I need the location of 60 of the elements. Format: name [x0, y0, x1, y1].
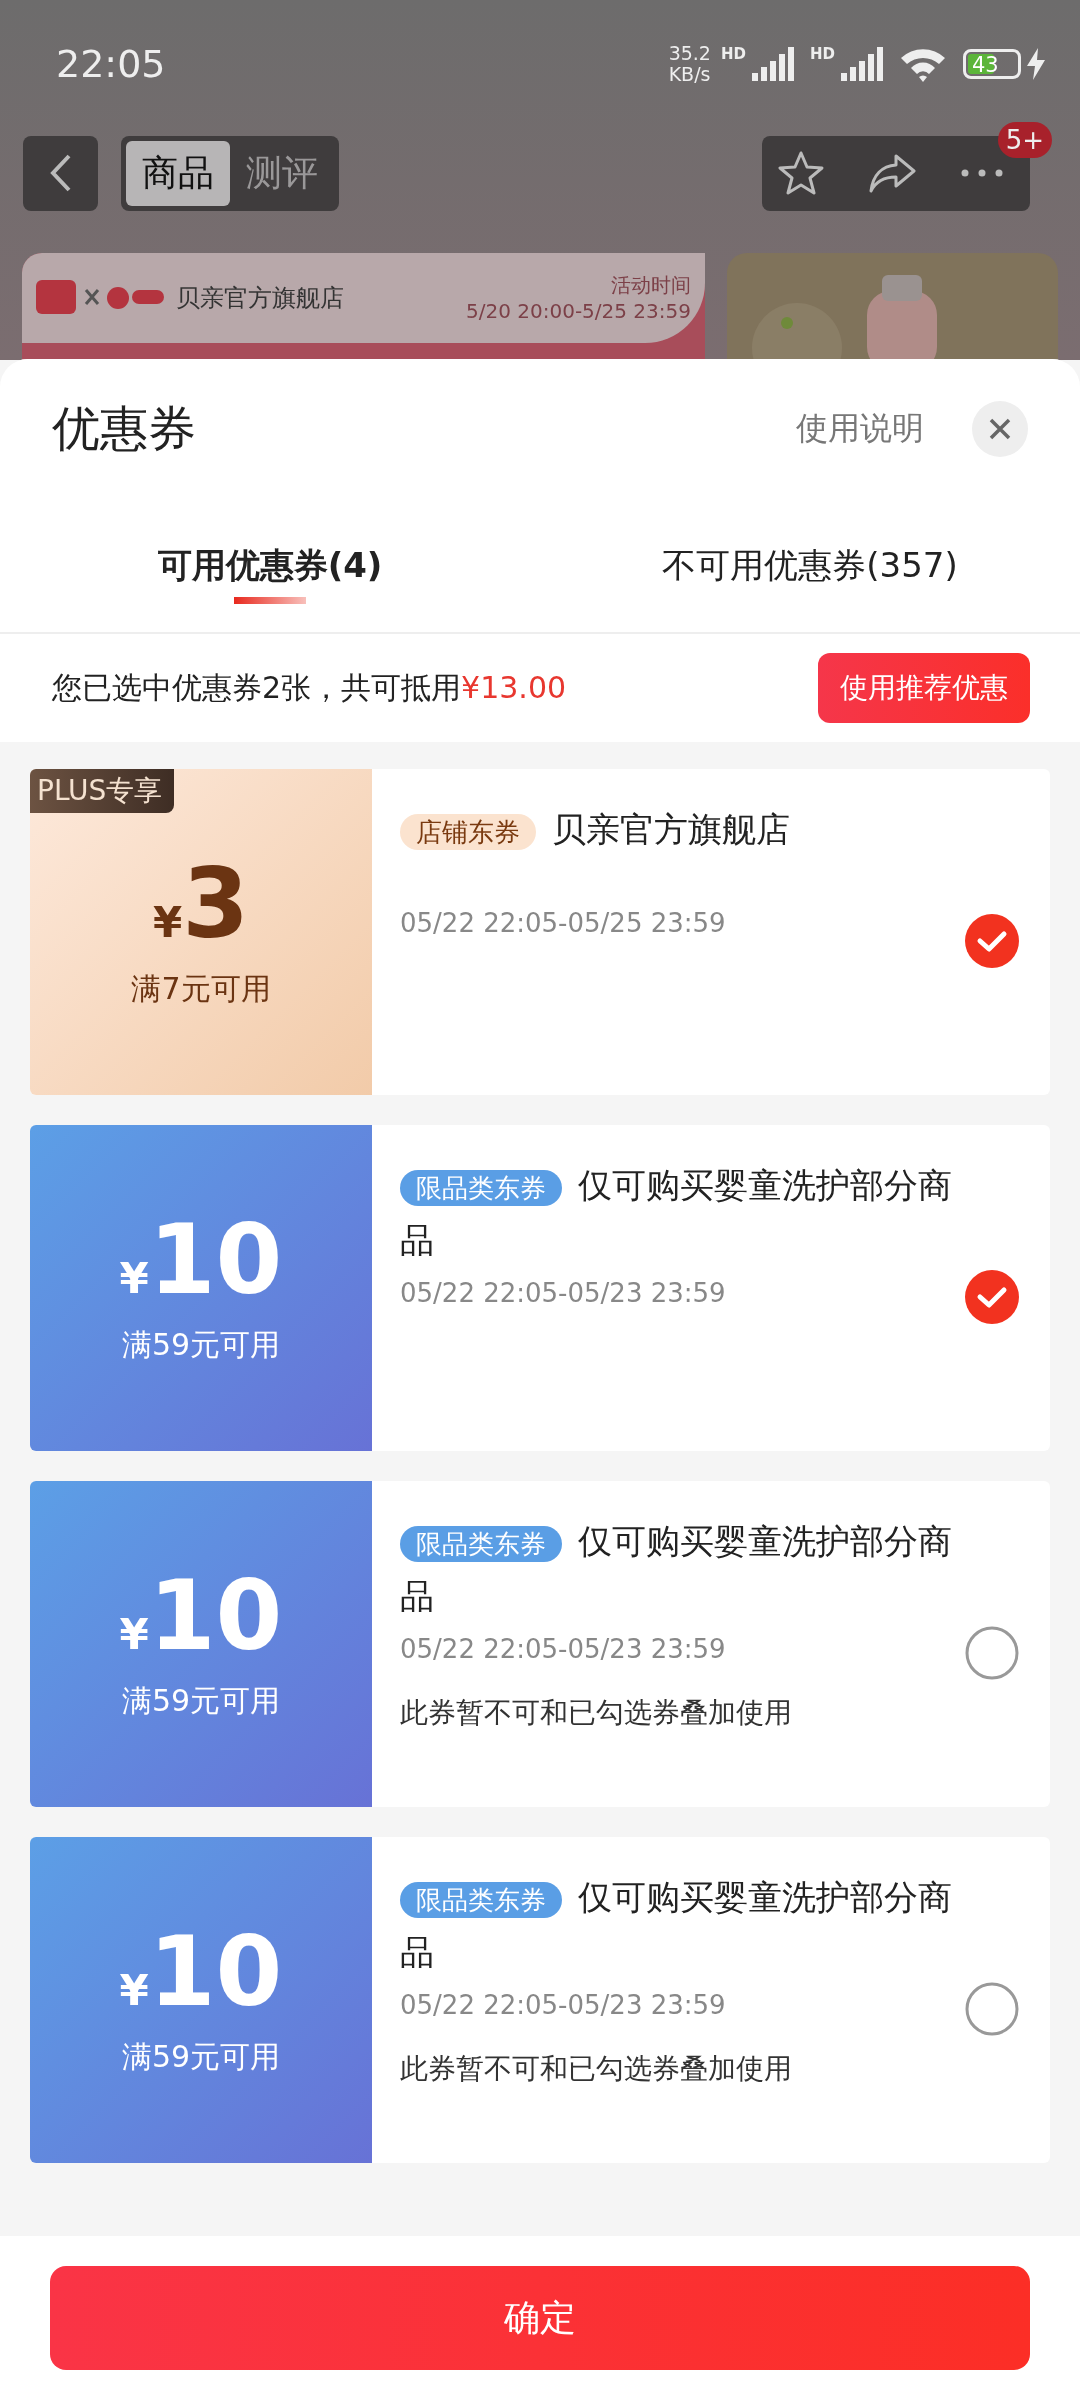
coupon-amount: 10 [148, 1566, 283, 1667]
back-button[interactable] [23, 135, 98, 211]
currency-symbol: ¥ [119, 1254, 149, 1304]
coupon-card[interactable]: ¥10 满59元可用 限品类东券 仅可购买婴童洗护部分商品 05/22 22:05-05/23 23:59 [30, 1125, 1050, 1451]
coupon-tab[interactable]: 不可用优惠券(357) [540, 499, 1080, 632]
back-icon [49, 154, 72, 192]
checked-icon[interactable] [964, 1269, 1020, 1325]
coupon-validity: 05/22 22:05-05/23 23:59 [400, 1634, 727, 1664]
wifi-icon [899, 46, 947, 82]
checked-icon[interactable] [964, 913, 1020, 969]
coupon-validity: 05/22 22:05-05/23 23:59 [400, 1278, 727, 1308]
coupon-condition: 满59元可用 [121, 2037, 281, 2076]
notification-badge: 5+ [997, 121, 1052, 158]
close-icon [988, 417, 1012, 441]
plus-badge: PLUS专享 [30, 769, 175, 813]
promo-banner[interactable]: 贝亲官方旗舰店 活动时间 5/20 20:00-5/25 23:59 [22, 253, 705, 360]
coupon-card[interactable]: PLUS专享 ¥3 满7元可用 店铺东券 贝亲官方旗舰店 05/22 22:05-05/25 23:59 [30, 769, 1050, 1095]
coupon-amount: 3 [182, 854, 249, 955]
store-name: 贝亲官方旗舰店 [176, 283, 344, 314]
charging-icon [1027, 48, 1045, 80]
hd-label: HD [720, 45, 746, 63]
coupon-amount: 10 [148, 1210, 283, 1311]
close-button[interactable] [972, 401, 1028, 457]
help-link[interactable]: 使用说明 [796, 407, 924, 451]
coupon-condition: 满7元可用 [131, 969, 271, 1008]
coupon-title: 限品类东券 仅可购买婴童洗护部分商品 [400, 1164, 953, 1262]
coupon-amount: 10 [148, 1922, 283, 2023]
network-speed-unit: KB/s [668, 64, 711, 85]
status-time: 22:05 [56, 42, 167, 86]
coupon-condition: 满59元可用 [121, 1325, 281, 1364]
currency-symbol: ¥ [119, 1966, 149, 2016]
recommend-button[interactable]: 使用推荐优惠 [818, 653, 1030, 723]
coupon-validity: 05/22 22:05-05/23 23:59 [400, 1990, 727, 2020]
event-time: 5/20 20:00-5/25 23:59 [465, 298, 691, 324]
share-icon[interactable] [868, 153, 916, 193]
coupon-note: 此券暂不可和已勾选券叠加使用 [400, 1695, 793, 1731]
coupon-validity: 05/22 22:05-05/25 23:59 [400, 908, 727, 938]
network-speed: 35.2 [668, 43, 711, 64]
coupon-title: 店铺东券 贝亲官方旗舰店 [400, 803, 964, 858]
hd-label: HD [810, 45, 835, 63]
signal-icon [841, 47, 885, 81]
event-label: 活动时间 [611, 272, 691, 298]
radio-icon[interactable] [964, 1981, 1020, 2037]
radio-icon[interactable] [964, 1625, 1020, 1681]
selection-summary: 您已选中优惠券2张，共可抵用¥13.00 [52, 668, 567, 707]
currency-symbol: ¥ [119, 1610, 149, 1660]
nav-tab[interactable]: 测评 [230, 140, 334, 206]
star-icon[interactable] [778, 150, 824, 196]
coupon-title: 限品类东券 仅可购买婴童洗护部分商品 [400, 1876, 953, 1974]
coupon-condition: 满59元可用 [121, 1681, 281, 1720]
coupon-card[interactable]: ¥10 满59元可用 限品类东券 仅可购买婴童洗护部分商品 05/22 22:05-05/23 23:59 此券暂不可和已勾选券叠加使用 [30, 1837, 1050, 2163]
coupon-note: 此券暂不可和已勾选券叠加使用 [400, 2051, 793, 2087]
confirm-button[interactable]: 确定 [50, 2266, 1030, 2370]
currency-symbol: ¥ [153, 898, 183, 948]
coupon-title: 限品类东券 仅可购买婴童洗护部分商品 [400, 1520, 953, 1618]
nav-tab[interactable]: 商品 [126, 140, 230, 206]
sheet-title: 优惠券 [52, 399, 196, 458]
coupon-card[interactable]: ¥10 满59元可用 限品类东券 仅可购买婴童洗护部分商品 05/22 22:05-05/23 23:59 此券暂不可和已勾选券叠加使用 [30, 1481, 1050, 1807]
more-icon[interactable] [960, 168, 1004, 178]
signal-icon [752, 47, 796, 81]
